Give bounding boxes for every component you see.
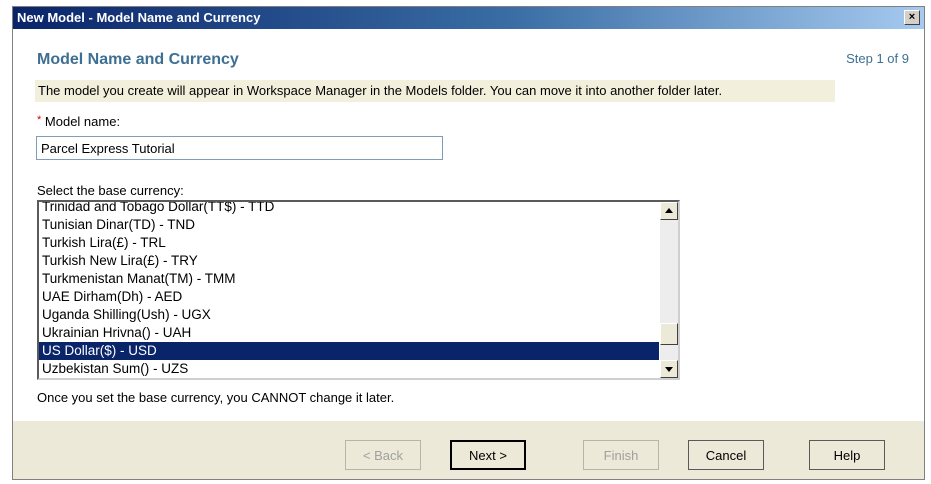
- currency-scrollbar[interactable]: [660, 202, 678, 378]
- currency-option[interactable]: Ukrainian Hrivna() - UAH: [39, 324, 659, 342]
- model-name-label-text: Model name:: [44, 114, 121, 129]
- model-name-input[interactable]: [36, 136, 443, 160]
- scroll-up-button[interactable]: [660, 202, 678, 220]
- next-button[interactable]: Next >: [450, 440, 526, 470]
- currency-option[interactable]: US Dollar($) - USD: [39, 342, 659, 360]
- arrow-down-icon: [665, 367, 673, 372]
- page-heading: Model Name and Currency: [37, 51, 239, 68]
- help-button[interactable]: Help: [809, 440, 885, 470]
- close-button[interactable]: ×: [904, 10, 920, 25]
- cancel-button[interactable]: Cancel: [688, 440, 764, 470]
- finish-button[interactable]: Finish: [583, 440, 659, 470]
- required-marker: *: [37, 114, 42, 126]
- currency-list-items: Trinidad and Tobago Dollar(TT$) - TTD Tun…: [39, 202, 659, 378]
- currency-option[interactable]: Turkmenistan Manat(TM) - TMM: [39, 270, 659, 288]
- new-model-dialog: New Model - Model Name and Currency × Mo…: [12, 6, 925, 480]
- currency-option[interactable]: Turkish Lira(£) - TRL: [39, 234, 659, 252]
- scrollbar-thumb[interactable]: [660, 323, 678, 345]
- arrow-up-icon: [665, 208, 673, 213]
- scroll-down-button[interactable]: [660, 360, 678, 378]
- currency-option[interactable]: Trinidad and Tobago Dollar(TT$) - TTD: [39, 202, 659, 216]
- wizard-content: Model Name and Currency Step 1 of 9 The …: [13, 29, 924, 421]
- back-button[interactable]: < Back: [345, 440, 421, 470]
- currency-listbox[interactable]: Trinidad and Tobago Dollar(TT$) - TTD Tun…: [37, 200, 680, 380]
- close-icon: ×: [908, 11, 916, 23]
- window-title: New Model - Model Name and Currency: [17, 10, 261, 25]
- base-currency-label: Select the base currency:: [37, 183, 184, 198]
- currency-option[interactable]: Uganda Shilling(Ush) - UGX: [39, 306, 659, 324]
- model-name-label: * Model name:: [37, 114, 120, 129]
- info-banner: The model you create will appear in Work…: [35, 80, 835, 102]
- title-bar[interactable]: New Model - Model Name and Currency ×: [13, 7, 924, 29]
- currency-option[interactable]: Uzbekistan Sum() - UZS: [39, 360, 659, 378]
- currency-option[interactable]: Tunisian Dinar(TD) - TND: [39, 216, 659, 234]
- currency-warning: Once you set the base currency, you CANN…: [37, 390, 395, 405]
- currency-option[interactable]: UAE Dirham(Dh) - AED: [39, 288, 659, 306]
- step-indicator: Step 1 of 9: [846, 51, 909, 66]
- currency-option[interactable]: Turkish New Lira(£) - TRY: [39, 252, 659, 270]
